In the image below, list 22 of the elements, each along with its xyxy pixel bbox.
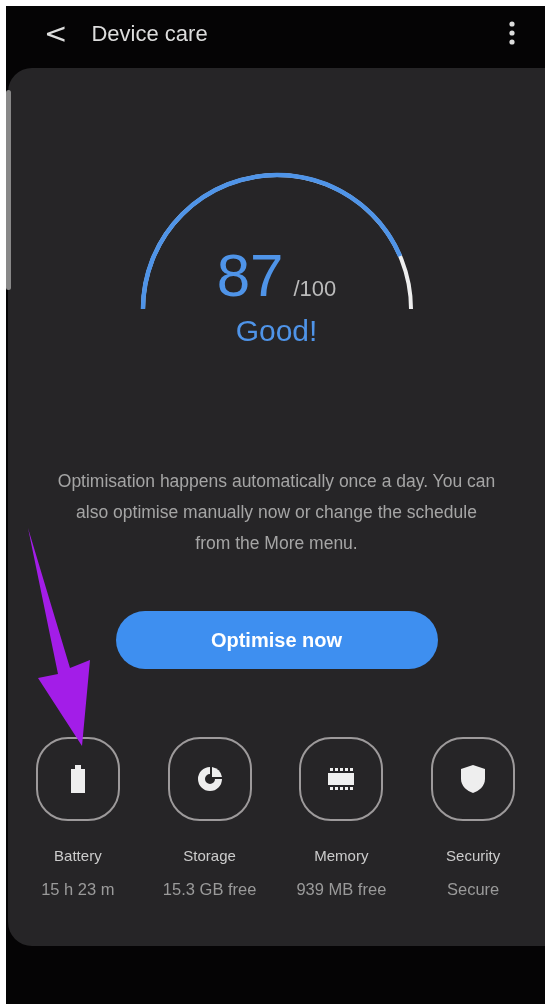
security-button[interactable] [431,737,516,821]
back-button[interactable]: < [44,17,68,50]
item-value: 939 MB free [296,880,387,899]
more-options-button[interactable] [507,20,517,47]
shield-icon [461,765,486,793]
description-text: Optimisation happens automatically once a day. You can also optimise manually now or change the schedule from the More menu. [56,470,497,555]
item-label: Security [446,847,501,864]
item-value: Secure [447,880,500,899]
item-label: Memory [314,847,369,864]
item-value: 15.3 GB free [162,880,257,899]
page-title: Device care [91,20,209,47]
item-label: Storage [183,847,236,864]
score-value: 87 [216,246,284,306]
pie-chart-icon [195,765,224,793]
battery-button[interactable] [35,737,120,821]
chip-icon [327,765,356,793]
score-max: /100 [293,276,337,302]
item-value: 15 h 23 m [41,880,115,899]
storage-button[interactable] [167,737,252,821]
status-text: Good! [235,314,318,348]
item-label: Battery [54,847,102,864]
memory-button[interactable] [299,737,384,821]
